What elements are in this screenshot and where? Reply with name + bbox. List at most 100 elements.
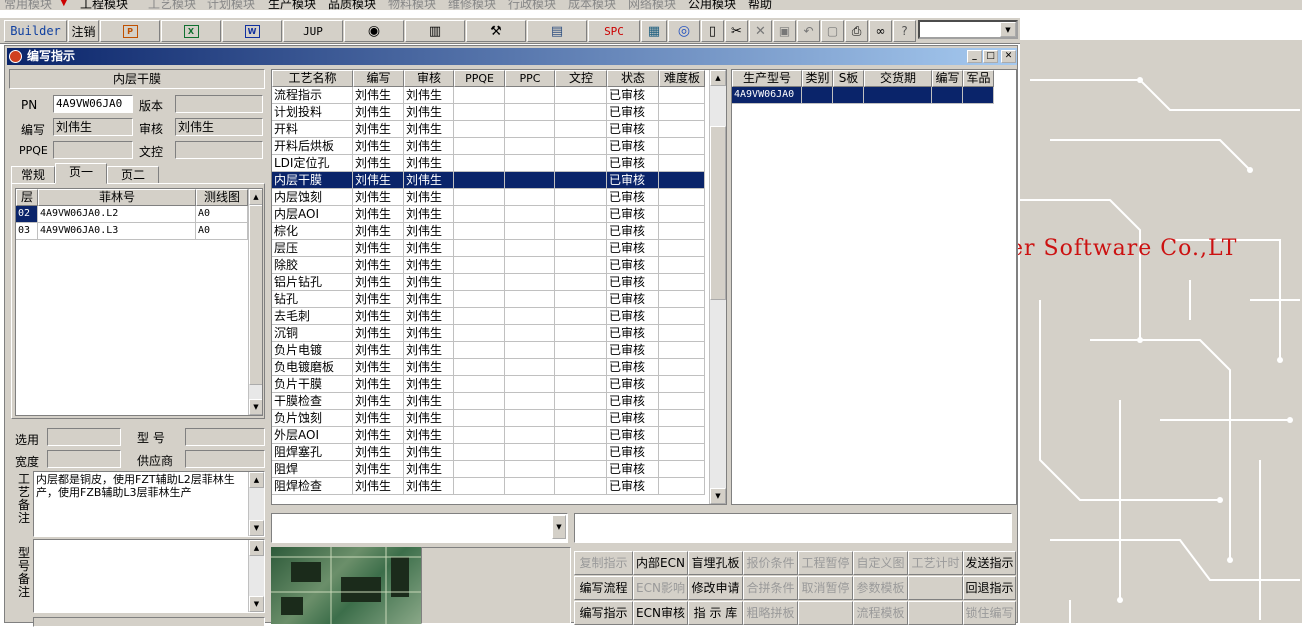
calculator-icon[interactable]: ▦	[641, 20, 667, 42]
undo-icon[interactable]: ↶	[797, 20, 820, 42]
doc-control-cell[interactable]	[555, 461, 607, 478]
menu-item-process[interactable]: 工艺模块	[148, 0, 196, 10]
reviewer-header[interactable]: 审核	[404, 70, 454, 87]
action-button[interactable]: 取消暂停	[798, 576, 853, 600]
binoculars-icon[interactable]: ∞	[869, 20, 892, 42]
jup-button[interactable]: JUP	[283, 20, 343, 42]
process-name-cell[interactable]: 流程指示	[272, 87, 353, 104]
ppc-cell[interactable]	[505, 325, 555, 342]
ppc-cell[interactable]	[505, 87, 555, 104]
model-field[interactable]	[185, 428, 265, 446]
menu-item-common[interactable]: 常用模块	[4, 0, 52, 10]
doc-control-cell[interactable]	[555, 223, 607, 240]
table-row[interactable]: 计划投料 刘伟生 刘伟生 已审核	[272, 104, 707, 121]
ppqe-cell[interactable]	[454, 461, 505, 478]
process-name-cell[interactable]: 铝片钻孔	[272, 274, 353, 291]
doc-control-header[interactable]: 文控	[555, 70, 607, 87]
excel-icon[interactable]: X	[161, 20, 221, 42]
word-icon[interactable]: W	[222, 20, 282, 42]
scroll-up-icon[interactable]: ▲	[710, 70, 726, 86]
menu-item-quality[interactable]: 品质模块	[328, 0, 376, 10]
ppt-icon[interactable]: P	[100, 20, 160, 42]
process-name-cell[interactable]: 负片电镀	[272, 342, 353, 359]
process-name-cell[interactable]: 棕化	[272, 223, 353, 240]
reviewer-field[interactable]: 刘伟生	[175, 118, 263, 136]
doc-control-cell[interactable]	[555, 291, 607, 308]
table-row[interactable]: 外层AOI 刘伟生 刘伟生 已审核	[272, 427, 707, 444]
menu-item-cost[interactable]: 成本模块	[568, 0, 616, 10]
status-cell[interactable]: 已审核	[607, 359, 659, 376]
ppqe-cell[interactable]	[454, 410, 505, 427]
cabinet-icon[interactable]: ▥	[405, 20, 465, 42]
author-cell[interactable]: 刘伟生	[353, 427, 404, 444]
table-row[interactable]: 流程指示 刘伟生 刘伟生 已审核	[272, 87, 707, 104]
doc-control-cell[interactable]	[555, 121, 607, 138]
doc-control-cell[interactable]	[555, 393, 607, 410]
table-row[interactable]: 干膜检查 刘伟生 刘伟生 已审核	[272, 393, 707, 410]
scroll-down-icon[interactable]: ▼	[249, 520, 264, 536]
film-col-header[interactable]: 菲林号	[38, 189, 196, 206]
author-cell[interactable]: 刘伟生	[353, 478, 404, 495]
difficulty-cell[interactable]	[659, 257, 705, 274]
difficulty-cell[interactable]	[659, 444, 705, 461]
scroll-down-icon[interactable]: ▼	[249, 596, 264, 612]
table-row[interactable]: 内层蚀刻 刘伟生 刘伟生 已审核	[272, 189, 707, 206]
doc-control-cell[interactable]	[555, 342, 607, 359]
status-cell[interactable]: 已审核	[607, 155, 659, 172]
status-cell[interactable]: 已审核	[607, 376, 659, 393]
minimize-icon[interactable]: _	[967, 50, 982, 63]
layer-grid-scrollbar[interactable]: ▲ ▼	[248, 189, 262, 415]
table-row[interactable]: 去毛刺 刘伟生 刘伟生 已审核	[272, 308, 707, 325]
pn-field[interactable]: 4A9VW06JA0	[53, 95, 133, 113]
action-button[interactable]: ECN影响	[633, 576, 688, 600]
status-cell[interactable]: 已审核	[607, 478, 659, 495]
ppc-header[interactable]: PPC	[505, 70, 555, 87]
table-row[interactable]: 钻孔 刘伟生 刘伟生 已审核	[272, 291, 707, 308]
ppc-cell[interactable]	[505, 444, 555, 461]
action-button[interactable]: 报价条件	[743, 551, 798, 575]
maximize-icon[interactable]: □	[983, 50, 998, 63]
difficulty-cell[interactable]	[659, 478, 705, 495]
ppc-cell[interactable]	[505, 189, 555, 206]
process-name-cell[interactable]: 计划投料	[272, 104, 353, 121]
reviewer-cell[interactable]: 刘伟生	[404, 291, 454, 308]
author-cell[interactable]: 刘伟生	[353, 155, 404, 172]
product-model-cell[interactable]: 4A9VW06JA0	[732, 87, 802, 104]
author-cell[interactable]: 刘伟生	[353, 104, 404, 121]
process-name-cell[interactable]: 开料后烘板	[272, 138, 353, 155]
ppc-cell[interactable]	[505, 410, 555, 427]
menu-item-maintenance[interactable]: 维修模块	[448, 0, 496, 10]
status-cell[interactable]: 已审核	[607, 240, 659, 257]
reviewer-cell[interactable]: 刘伟生	[404, 189, 454, 206]
author-cell[interactable]: 刘伟生	[353, 461, 404, 478]
military-cell[interactable]	[963, 87, 994, 104]
difficulty-cell[interactable]	[659, 121, 705, 138]
process-name-cell[interactable]: 内层AOI	[272, 206, 353, 223]
ppc-cell[interactable]	[505, 138, 555, 155]
author-cell[interactable]: 刘伟生	[353, 240, 404, 257]
product-model-header[interactable]: 生产型号	[732, 70, 802, 87]
doc-control-cell[interactable]	[555, 444, 607, 461]
new-doc-icon[interactable]: ▯	[701, 20, 724, 42]
doc-control-cell[interactable]	[555, 359, 607, 376]
table-row[interactable]: 沉铜 刘伟生 刘伟生 已审核	[272, 325, 707, 342]
film-cell[interactable]: 4A9VW06JA0.L2	[38, 206, 196, 223]
reviewer-cell[interactable]: 刘伟生	[404, 121, 454, 138]
reviewer-cell[interactable]: 刘伟生	[404, 393, 454, 410]
chevron-down-icon[interactable]: ▼	[552, 515, 566, 539]
author-cell[interactable]: 刘伟生	[353, 223, 404, 240]
author-cell[interactable]: 刘伟生	[353, 291, 404, 308]
author-cell[interactable]: 刘伟生	[353, 444, 404, 461]
reviewer-cell[interactable]: 刘伟生	[404, 376, 454, 393]
doc-control-cell[interactable]	[555, 274, 607, 291]
action-button[interactable]: 修改申请	[688, 576, 743, 600]
ppc-cell[interactable]	[505, 342, 555, 359]
action-button[interactable]	[798, 601, 853, 625]
ppqe-cell[interactable]	[454, 257, 505, 274]
doc-control-cell[interactable]	[555, 478, 607, 495]
difficulty-cell[interactable]	[659, 206, 705, 223]
author-cell[interactable]: 刘伟生	[353, 308, 404, 325]
difficulty-cell[interactable]	[659, 240, 705, 257]
tab-general[interactable]: 常规	[11, 166, 55, 184]
author-header[interactable]: 编写	[932, 70, 963, 87]
